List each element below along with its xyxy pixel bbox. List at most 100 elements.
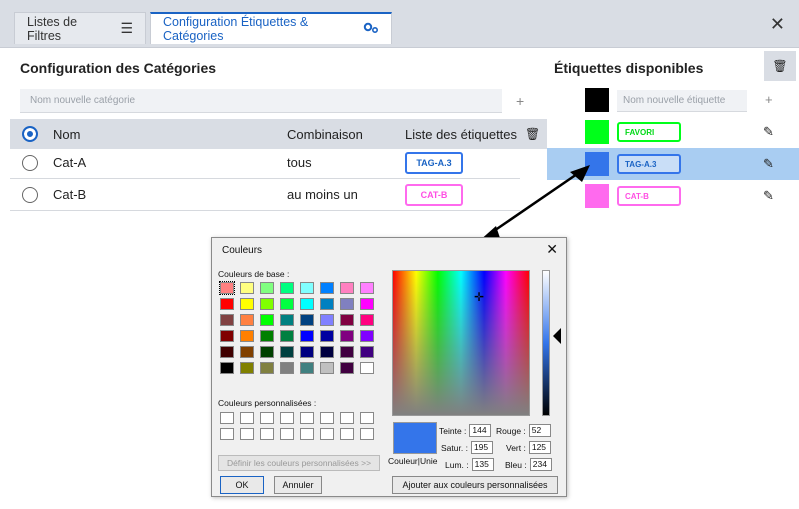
blue-input[interactable]: 234 xyxy=(529,458,552,471)
cancel-button[interactable]: Annuler xyxy=(274,476,322,494)
base-color-swatch[interactable] xyxy=(219,281,235,295)
base-color-swatch[interactable] xyxy=(340,282,354,294)
base-color-swatch[interactable] xyxy=(220,362,234,374)
tags-delete-button[interactable]: 🗑 xyxy=(764,51,796,81)
base-color-swatch[interactable] xyxy=(240,314,254,326)
custom-color-swatch[interactable] xyxy=(340,428,354,440)
custom-color-swatch[interactable] xyxy=(360,428,374,440)
hue-input[interactable]: 144 xyxy=(469,424,492,437)
base-color-swatch[interactable] xyxy=(280,362,294,374)
base-color-swatch[interactable] xyxy=(300,346,314,358)
custom-color-swatch[interactable] xyxy=(360,412,374,424)
base-color-swatch[interactable] xyxy=(260,362,274,374)
base-color-swatch[interactable] xyxy=(360,298,374,310)
base-color-swatch[interactable] xyxy=(220,330,234,342)
custom-color-swatch[interactable] xyxy=(260,428,274,440)
custom-color-swatch[interactable] xyxy=(260,412,274,424)
base-color-swatch[interactable] xyxy=(260,282,274,294)
custom-color-swatch[interactable] xyxy=(320,412,334,424)
base-color-swatch[interactable] xyxy=(240,298,254,310)
custom-color-swatch[interactable] xyxy=(220,428,234,440)
add-tag-button[interactable]: + xyxy=(765,92,773,107)
base-color-swatch[interactable] xyxy=(340,314,354,326)
base-color-swatch[interactable] xyxy=(240,362,254,374)
base-color-swatch[interactable] xyxy=(360,346,374,358)
base-color-swatch[interactable] xyxy=(320,346,334,358)
base-color-swatch[interactable] xyxy=(240,330,254,342)
base-color-swatch[interactable] xyxy=(340,362,354,374)
base-color-swatch[interactable] xyxy=(220,346,234,358)
trash-icon[interactable]: 🗑 xyxy=(525,127,540,141)
new-tag-color-swatch[interactable] xyxy=(585,88,609,112)
base-color-swatch[interactable] xyxy=(360,282,374,294)
red-input[interactable]: 52 xyxy=(528,424,551,437)
edit-icon[interactable]: ✎ xyxy=(763,156,774,172)
base-color-swatch[interactable] xyxy=(340,298,354,310)
base-color-swatch[interactable] xyxy=(280,314,294,326)
base-color-swatch[interactable] xyxy=(300,282,314,294)
new-category-input[interactable]: Nom nouvelle catégorie xyxy=(20,89,502,113)
close-icon[interactable]: ✕ xyxy=(546,241,558,258)
base-color-swatch[interactable] xyxy=(220,298,234,310)
custom-color-swatch[interactable] xyxy=(240,428,254,440)
base-color-swatch[interactable] xyxy=(280,346,294,358)
base-color-swatch[interactable] xyxy=(300,314,314,326)
table-row[interactable]: Cat-A tous TAG-A.3 xyxy=(10,147,520,179)
base-color-swatch[interactable] xyxy=(360,330,374,342)
base-color-swatch[interactable] xyxy=(340,346,354,358)
lum-input[interactable]: 135 xyxy=(471,458,494,471)
tag-row[interactable]: FAVORI ✎ xyxy=(547,116,799,148)
base-color-swatch[interactable] xyxy=(280,282,294,294)
select-all-radio[interactable] xyxy=(22,126,38,142)
add-category-button[interactable]: + xyxy=(516,93,524,109)
sat-input[interactable]: 195 xyxy=(470,441,493,454)
custom-color-swatch[interactable] xyxy=(300,412,314,424)
table-row[interactable]: Cat-B au moins un CAT-B xyxy=(10,179,520,211)
base-color-swatch[interactable] xyxy=(260,330,274,342)
custom-color-swatch[interactable] xyxy=(220,412,234,424)
base-color-swatch[interactable] xyxy=(280,298,294,310)
base-color-swatch[interactable] xyxy=(300,330,314,342)
base-color-swatch[interactable] xyxy=(300,362,314,374)
category-tag-chip[interactable]: CAT-B xyxy=(405,183,463,206)
base-color-swatch[interactable] xyxy=(320,282,334,294)
ok-button[interactable]: OK xyxy=(220,476,264,494)
custom-color-swatch[interactable] xyxy=(320,428,334,440)
custom-color-swatch[interactable] xyxy=(340,412,354,424)
add-custom-colors-button[interactable]: Ajouter aux couleurs personnalisées xyxy=(392,476,558,494)
tab-config-tags-categories[interactable]: Configuration Étiquettes & Catégories xyxy=(150,12,392,44)
base-color-swatch[interactable] xyxy=(360,362,374,374)
color-spectrum[interactable] xyxy=(392,270,530,416)
tab-filter-lists[interactable]: Listes de Filtres ☰ xyxy=(14,12,146,44)
custom-color-swatch[interactable] xyxy=(300,428,314,440)
base-color-swatch[interactable] xyxy=(300,298,314,310)
custom-color-swatch[interactable] xyxy=(280,412,294,424)
base-color-swatch[interactable] xyxy=(220,314,234,326)
base-color-swatch[interactable] xyxy=(260,314,274,326)
base-color-swatch[interactable] xyxy=(320,298,334,310)
base-color-swatch[interactable] xyxy=(320,314,334,326)
base-color-swatch[interactable] xyxy=(260,346,274,358)
custom-color-swatch[interactable] xyxy=(240,412,254,424)
row-radio[interactable] xyxy=(22,154,38,171)
base-color-swatch[interactable] xyxy=(280,330,294,342)
close-icon[interactable]: ✕ xyxy=(770,14,785,35)
new-tag-input[interactable]: Nom nouvelle étiquette xyxy=(617,90,747,112)
edit-icon[interactable]: ✎ xyxy=(763,188,774,204)
luminance-pointer-icon[interactable] xyxy=(553,328,561,344)
row-radio[interactable] xyxy=(22,186,38,203)
base-color-swatch[interactable] xyxy=(360,314,374,326)
base-color-swatch[interactable] xyxy=(320,362,334,374)
base-color-swatch[interactable] xyxy=(260,298,274,310)
custom-color-swatch[interactable] xyxy=(280,428,294,440)
category-tag-chip[interactable]: TAG-A.3 xyxy=(405,151,463,174)
edit-icon[interactable]: ✎ xyxy=(763,124,774,140)
base-color-swatch[interactable] xyxy=(240,346,254,358)
base-color-swatch[interactable] xyxy=(320,330,334,342)
green-input[interactable]: 125 xyxy=(528,441,551,454)
base-color-swatch[interactable] xyxy=(340,330,354,342)
tag-color-swatch[interactable] xyxy=(585,120,609,144)
define-custom-colors-button[interactable]: Définir les couleurs personnalisées >> xyxy=(218,455,380,471)
luminance-slider[interactable] xyxy=(542,270,550,416)
base-color-swatch[interactable] xyxy=(240,282,254,294)
